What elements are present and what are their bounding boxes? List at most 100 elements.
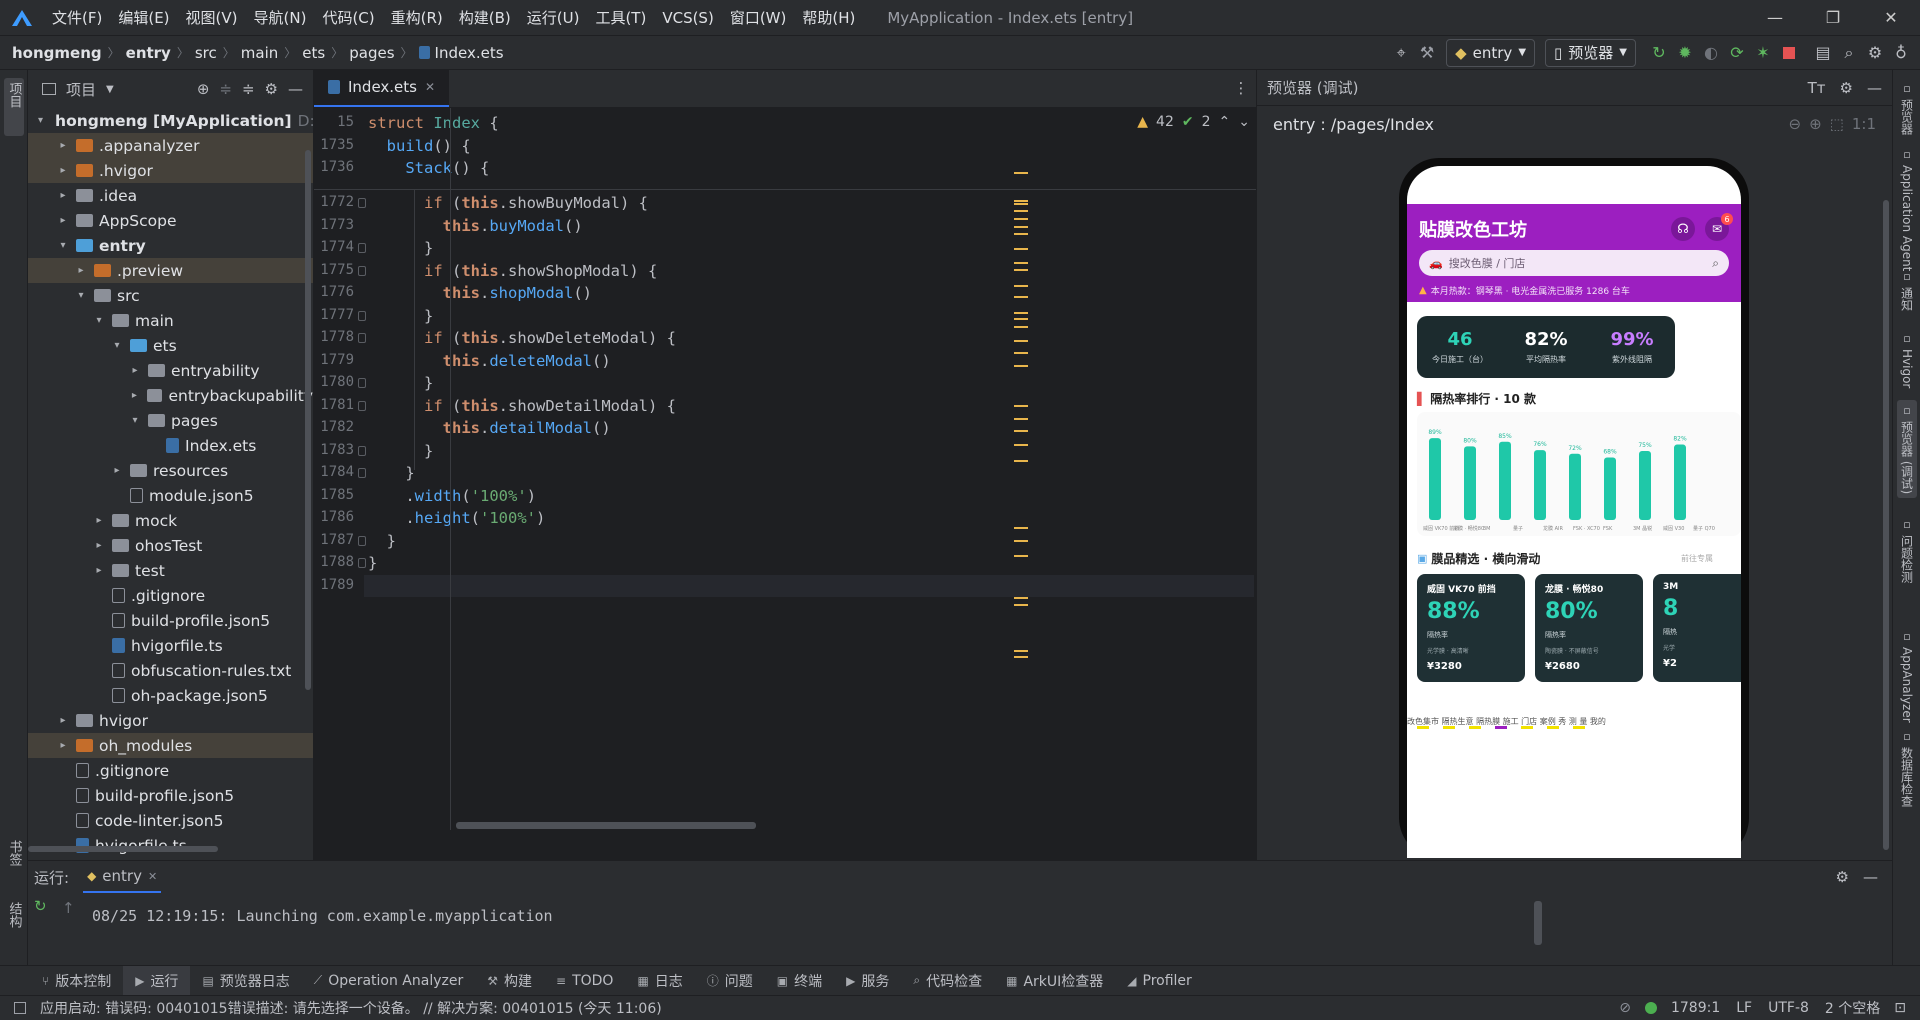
project-panel-title[interactable]: 项目 <box>66 79 96 100</box>
code-area[interactable]: 1772 if (this.showBuyModal) {1773 this.b… <box>314 190 1256 830</box>
search-icon[interactable]: ⌕ <box>1836 40 1862 66</box>
bar-5[interactable] <box>1604 457 1616 520</box>
bottom-tool-1[interactable]: ▶ 运行 <box>123 965 191 996</box>
caret-position[interactable]: 1789:1 <box>1671 1000 1720 1016</box>
menu-item-4[interactable]: 代码(C) <box>314 0 382 36</box>
hide-panel-icon[interactable]: — <box>1867 79 1882 97</box>
locate-file-icon[interactable]: ⊕ <box>197 80 210 98</box>
actual-size-icon[interactable]: 1:1 <box>1852 115 1876 133</box>
horizontal-scrollbar[interactable] <box>456 822 756 829</box>
bookmarks-tool-button[interactable]: 书签 <box>4 840 24 890</box>
bottom-tool-9[interactable]: ▶ 服务 <box>834 966 901 996</box>
code-line[interactable]: this.detailModal() <box>368 419 611 437</box>
fold-marker-icon[interactable] <box>358 535 366 546</box>
code-line[interactable]: if (this.showBuyModal) { <box>368 194 648 212</box>
bottom-tool-10[interactable]: ⌕ 代码检查 <box>901 966 994 996</box>
code-line[interactable]: } <box>368 464 414 482</box>
bar-3[interactable] <box>1534 450 1546 520</box>
bottom-tool-8[interactable]: ▣ 终端 <box>765 966 834 996</box>
breadcrumb-item[interactable]: entry <box>126 44 171 62</box>
bar-7[interactable] <box>1674 444 1686 520</box>
locate-icon[interactable]: ⌖ <box>1388 40 1414 66</box>
message-icon[interactable]: ✉ 6 <box>1705 213 1733 241</box>
preview-scrollbar[interactable] <box>1883 200 1889 850</box>
code-line[interactable]: } <box>368 554 377 572</box>
bottom-tool-2[interactable]: ▤ 预览器日志 <box>190 966 301 996</box>
horizontal-scrollbar[interactable] <box>28 846 218 852</box>
menu-item-0[interactable]: 文件(F) <box>44 0 110 36</box>
menu-item-6[interactable]: 构建(B) <box>451 0 519 36</box>
code-line[interactable]: struct Index { <box>368 114 499 132</box>
fold-marker-icon[interactable] <box>358 468 366 478</box>
breadcrumb-item[interactable]: Index.ets <box>435 44 504 62</box>
bar-2[interactable] <box>1499 441 1511 520</box>
fold-marker-icon[interactable] <box>358 378 366 388</box>
bar-4[interactable] <box>1569 453 1581 520</box>
tree-item[interactable]: build-profile.json5 <box>28 783 313 808</box>
fold-marker-icon[interactable] <box>358 243 366 253</box>
restore-button[interactable]: ❐ <box>1804 0 1862 36</box>
tree-item[interactable]: ▾ pages <box>28 408 313 433</box>
project-tool-button[interactable]: 项目 <box>4 78 24 136</box>
menu-item-1[interactable]: 编辑(E) <box>110 0 177 36</box>
cards-hint[interactable]: 前往专属 <box>1681 553 1713 564</box>
profile-icon[interactable]: ✶ <box>1750 40 1776 66</box>
tree-item[interactable]: ▸ .appanalyzer <box>28 133 313 158</box>
menu-item-2[interactable]: 视图(V) <box>178 0 246 36</box>
tree-item[interactable]: ▸ entrybackupability <box>28 383 313 408</box>
chevron-down-icon[interactable]: ▼ <box>106 84 114 95</box>
apply-changes-icon[interactable]: ⟳ <box>1724 40 1750 66</box>
fit-icon[interactable]: ⬚ <box>1830 115 1844 133</box>
bar-0[interactable] <box>1429 438 1441 520</box>
tree-item[interactable]: hvigorfile.ts <box>28 633 313 658</box>
breadcrumb-item[interactable]: pages <box>349 44 394 62</box>
attach-debugger-icon[interactable]: ◐ <box>1698 40 1724 66</box>
indent-setting[interactable]: 2 个空格 <box>1825 998 1880 1018</box>
tree-item[interactable]: ▸ .hvigor <box>28 158 313 183</box>
bottom-tool-5[interactable]: ≡ TODO <box>544 966 625 996</box>
code-line[interactable]: this.deleteModal() <box>368 352 611 370</box>
code-line[interactable]: } <box>368 532 396 550</box>
no-sync-icon[interactable]: ⊘ <box>1619 1000 1631 1016</box>
right-tool-button[interactable]: ▫ 预览器 (调试) <box>1897 400 1917 499</box>
vertical-scrollbar[interactable] <box>305 150 311 690</box>
fold-marker-icon[interactable] <box>358 333 366 343</box>
tree-item[interactable]: module.json5 <box>28 483 313 508</box>
bottom-nav-text[interactable]: 改色集市 隔热生意 隔热膜 施工 门店 案例 秀 测 量 我的 <box>1407 717 1606 726</box>
bottom-tool-0[interactable]: ⑂ 版本控制 <box>30 966 123 996</box>
product-card[interactable]: 威固 VK70 前挡 88% 隔热率 光学膜 · 高清晰 ¥3280 <box>1417 574 1525 682</box>
menu-item-9[interactable]: VCS(S) <box>654 0 721 36</box>
hammer-icon[interactable]: ⚒ <box>1414 40 1440 66</box>
menu-item-3[interactable]: 导航(N) <box>246 0 315 36</box>
bottom-tool-11[interactable]: ▦ ArkUI检查器 <box>994 966 1115 996</box>
code-line[interactable]: } <box>368 307 433 325</box>
breadcrumb-item[interactable]: ets <box>302 44 325 62</box>
debug-icon[interactable]: ✹ <box>1672 40 1698 66</box>
code-line[interactable]: if (this.showShopModal) { <box>368 262 657 280</box>
menu-item-10[interactable]: 窗口(W) <box>722 0 795 36</box>
tree-item[interactable]: ▸ hvigor <box>28 708 313 733</box>
bar-6[interactable] <box>1639 451 1651 520</box>
right-tool-button[interactable]: ▫ Hvigor <box>1897 332 1917 388</box>
tree-item[interactable]: Index.ets <box>28 433 313 458</box>
settings-icon[interactable]: ⚙ <box>265 80 278 98</box>
bottom-tool-6[interactable]: ▦ 日志 <box>625 966 694 996</box>
code-line[interactable]: build() { <box>368 137 471 155</box>
tree-item[interactable]: ▾ hongmeng [MyApplication] D: <box>28 108 313 133</box>
more-tabs-icon[interactable]: ⋮ <box>1226 69 1256 107</box>
tree-item[interactable]: ▸ test <box>28 558 313 583</box>
tree-item[interactable]: ▸ oh_modules <box>28 733 313 758</box>
menu-item-7[interactable]: 运行(U) <box>519 0 588 36</box>
settings-icon[interactable]: ⚙ <box>1836 868 1849 886</box>
code-line[interactable]: this.shopModal() <box>368 284 592 302</box>
menu-item-5[interactable]: 重构(R) <box>383 0 451 36</box>
rerun-icon[interactable]: ↻ <box>1646 40 1672 66</box>
bottom-tool-7[interactable]: ⓘ 问题 <box>695 966 765 996</box>
search-bar[interactable]: 🚗 搜改色膜 / 门店 ⌕ <box>1419 250 1729 276</box>
run-config-select[interactable]: ◆ entry ▼ <box>1446 38 1536 67</box>
font-size-icon[interactable]: Tт <box>1808 79 1826 97</box>
tree-item[interactable]: build-profile.json5 <box>28 608 313 633</box>
code-line[interactable]: .width('100%') <box>368 487 536 505</box>
tree-item[interactable]: code-linter.json5 <box>28 808 313 833</box>
code-line[interactable]: } <box>368 374 433 392</box>
